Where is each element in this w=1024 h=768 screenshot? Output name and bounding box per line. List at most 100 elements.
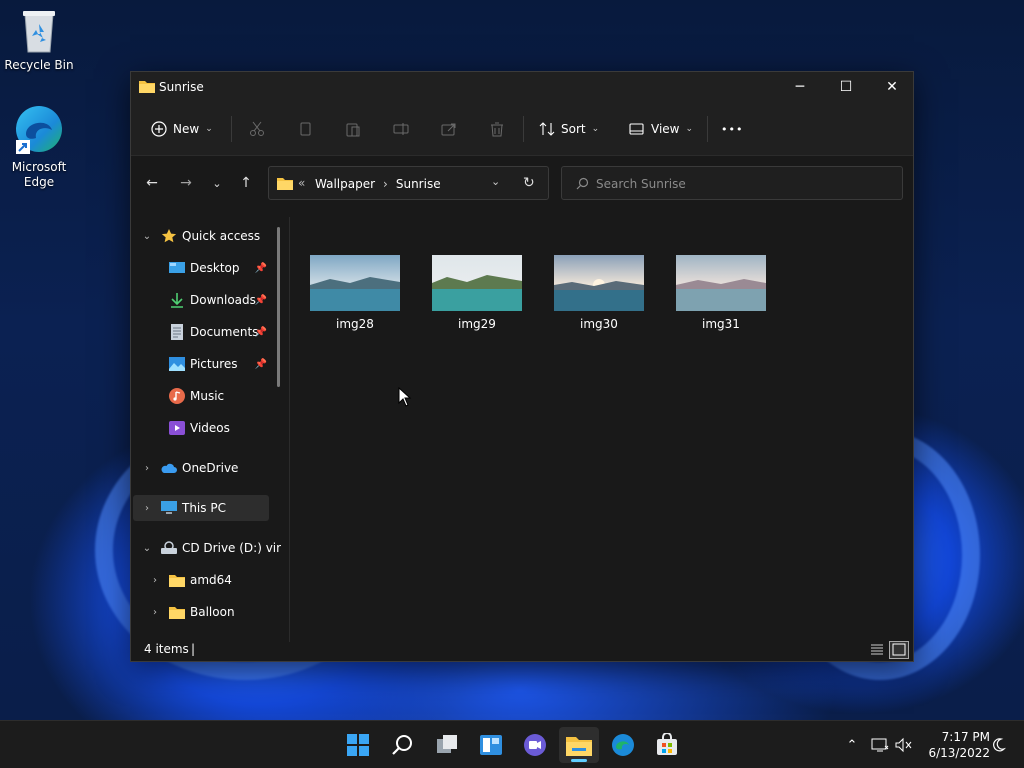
- nav-label: Balloon: [190, 605, 235, 619]
- window-title: Sunrise: [159, 80, 204, 94]
- sort-button[interactable]: Sort ⌄: [539, 114, 599, 144]
- arrow-right-icon: →: [180, 175, 192, 191]
- pin-icon: 📌: [254, 262, 267, 274]
- search-box[interactable]: [561, 166, 903, 200]
- store-button[interactable]: [647, 727, 687, 763]
- large-icons-view-icon: [892, 643, 906, 656]
- cut-button[interactable]: [249, 114, 265, 144]
- delete-button[interactable]: [489, 114, 505, 144]
- file-list[interactable]: img28 img29 img30 img31: [291, 217, 911, 642]
- address-bar[interactable]: « Wallpaper › Sunrise ⌄ ↻: [268, 166, 549, 200]
- maximize-button[interactable]: ☐: [823, 72, 869, 102]
- view-icon: [629, 123, 644, 135]
- widgets-button[interactable]: [471, 727, 511, 763]
- chevron-down-icon: ⌄: [685, 124, 694, 134]
- nav-item-pictures[interactable]: Pictures 📌: [133, 351, 269, 377]
- file-item[interactable]: img30: [554, 255, 644, 331]
- pane-divider[interactable]: [289, 217, 290, 642]
- taskbar-clock[interactable]: 7:17 PM 6/13/2022: [918, 729, 990, 761]
- file-explorer-taskbar-button[interactable]: [559, 727, 599, 763]
- task-view-button[interactable]: [427, 727, 467, 763]
- search-taskbar-button[interactable]: [383, 727, 423, 763]
- address-overflow[interactable]: «: [298, 176, 305, 190]
- start-button[interactable]: [338, 727, 378, 763]
- edge-taskbar-button[interactable]: [603, 727, 643, 763]
- back-button[interactable]: ←: [140, 171, 164, 195]
- nav-item-documents[interactable]: Documents 📌: [133, 319, 269, 345]
- nav-item-videos[interactable]: Videos: [133, 415, 269, 441]
- search-input[interactable]: [596, 175, 886, 193]
- file-item[interactable]: img29: [432, 255, 522, 331]
- paste-button[interactable]: [345, 114, 361, 144]
- file-explorer-window[interactable]: Sunrise ─ ☐ ✕ New ⌄ Sort ⌄ View ⌄ ••• ← …: [130, 71, 914, 662]
- view-button[interactable]: View ⌄: [629, 114, 693, 144]
- focus-assist-button[interactable]: [988, 735, 1008, 755]
- recent-locations-button[interactable]: ⌄: [205, 171, 229, 195]
- title-bar[interactable]: Sunrise ─ ☐ ✕: [131, 72, 913, 102]
- folder-icon: [169, 607, 185, 619]
- file-item[interactable]: img28: [310, 255, 400, 331]
- desktop-icon-edge[interactable]: Microsoft Edge: [1, 104, 77, 190]
- clock-date: 6/13/2022: [928, 746, 990, 760]
- rename-button[interactable]: [393, 114, 409, 144]
- clock-time: 7:17 PM: [941, 730, 990, 744]
- show-hidden-icons-button[interactable]: ⌃: [842, 735, 862, 755]
- minimize-button[interactable]: ─: [777, 72, 823, 102]
- network-button[interactable]: [870, 735, 890, 755]
- address-dropdown-button[interactable]: ⌄: [491, 175, 500, 188]
- nav-folder-amd64[interactable]: › amd64: [133, 567, 269, 593]
- desktop-icon-recycle-bin[interactable]: Recycle Bin: [1, 8, 77, 73]
- file-item[interactable]: img31: [676, 255, 766, 331]
- scissors-icon: [250, 121, 264, 136]
- forward-button[interactable]: →: [174, 171, 198, 195]
- refresh-button[interactable]: ↻: [523, 175, 535, 191]
- nav-item-music[interactable]: Music: [133, 383, 269, 409]
- status-separator: |: [191, 642, 196, 656]
- nav-item-downloads[interactable]: Downloads 📌: [133, 287, 269, 313]
- breadcrumb-item[interactable]: Sunrise: [396, 177, 441, 191]
- search-icon: [392, 735, 412, 755]
- chevron-right-icon: ›: [153, 606, 157, 618]
- pictures-icon: [169, 357, 185, 371]
- chevron-down-icon: ⌄: [142, 542, 152, 554]
- arrow-up-icon: ↑: [240, 175, 252, 191]
- toolbar-divider: [523, 116, 524, 142]
- new-label: New: [173, 122, 200, 136]
- up-button[interactable]: ↑: [234, 171, 258, 195]
- nav-folder-balloon[interactable]: › Balloon: [133, 599, 269, 625]
- chat-icon: [524, 734, 546, 756]
- share-button[interactable]: [441, 114, 457, 144]
- close-button[interactable]: ✕: [869, 72, 915, 102]
- download-icon: [171, 293, 183, 308]
- task-view-icon: [437, 735, 457, 753]
- store-icon: [657, 733, 677, 755]
- large-icons-view-button[interactable]: [889, 641, 909, 659]
- pin-icon: 📌: [254, 326, 267, 338]
- nav-this-pc[interactable]: › This PC: [133, 495, 269, 521]
- nav-cd-drive[interactable]: ⌄ CD Drive (D:) virt: [133, 535, 281, 561]
- desktop-icon-label: Edge: [23, 175, 55, 189]
- plus-circle-icon: [151, 121, 167, 137]
- edge-icon: [612, 734, 634, 756]
- see-more-button[interactable]: •••: [721, 114, 743, 144]
- nav-pane-scrollbar[interactable]: [277, 227, 280, 387]
- details-view-button[interactable]: [867, 641, 887, 659]
- nav-item-desktop[interactable]: Desktop 📌: [133, 255, 269, 281]
- sort-label: Sort: [561, 122, 586, 136]
- file-name: img29: [458, 317, 496, 331]
- breadcrumb-item[interactable]: Wallpaper: [315, 177, 375, 191]
- nav-label: Downloads: [190, 293, 256, 307]
- copy-button[interactable]: [297, 114, 313, 144]
- new-button[interactable]: New ⌄: [151, 114, 213, 144]
- chevron-right-icon: ›: [145, 462, 149, 474]
- volume-button[interactable]: [894, 735, 914, 755]
- nav-onedrive[interactable]: › OneDrive: [133, 455, 269, 481]
- pin-icon: 📌: [254, 358, 267, 370]
- network-icon: [871, 738, 889, 752]
- breadcrumb: Wallpaper › Sunrise: [315, 177, 441, 191]
- nav-quick-access[interactable]: ⌄ Quick access: [133, 223, 269, 249]
- chat-button[interactable]: [515, 727, 555, 763]
- maximize-icon: ☐: [839, 79, 853, 95]
- close-icon: ✕: [886, 79, 898, 95]
- minimize-icon: ─: [795, 79, 805, 95]
